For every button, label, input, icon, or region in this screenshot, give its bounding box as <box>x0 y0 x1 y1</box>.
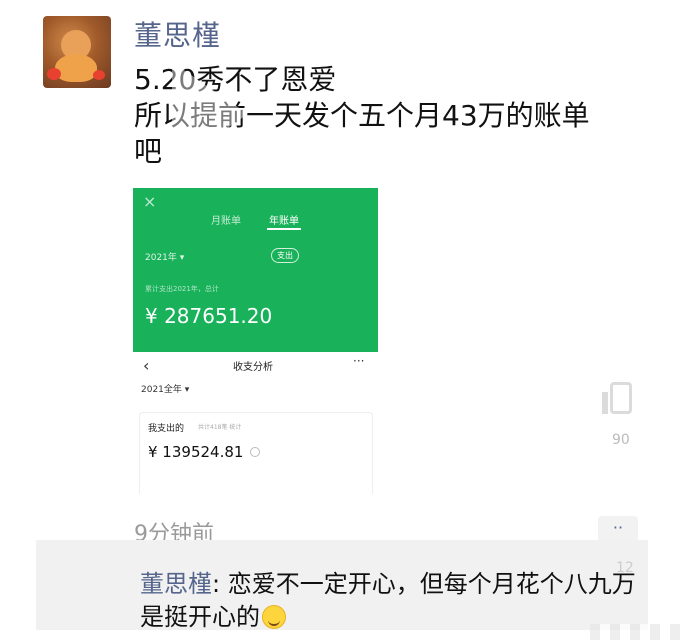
year-filter: 2021全年 ▾ <box>141 385 190 395</box>
like-icon[interactable] <box>598 372 638 422</box>
tab-underline <box>267 228 301 230</box>
back-chevron-icon: ‹ <box>143 356 150 375</box>
like-icon-bar <box>602 392 608 414</box>
avatar-flower <box>47 68 61 80</box>
year-selector: 2021年 ▾ <box>145 253 185 263</box>
like-count: 90 <box>612 432 630 448</box>
expense-sublabel: 共计418笔 统计 <box>198 424 242 431</box>
total-amount: ¥ 287651.20 <box>145 304 273 328</box>
comment-author[interactable]: 董思槿 <box>140 570 212 598</box>
comment-section: 董思槿: 恋爱不一定开心，但每个月花个八九万是挺开心的 <box>36 540 648 631</box>
close-icon: × <box>143 192 157 211</box>
post-author-name[interactable]: 董思槿 <box>134 14 221 54</box>
avatar-dog-body <box>55 54 97 82</box>
info-icon <box>250 447 260 457</box>
comment[interactable]: 董思槿: 恋爱不一定开心，但每个月花个八九万是挺开心的 <box>140 568 640 634</box>
play-icon[interactable] <box>172 62 248 166</box>
tab-yearly-bill: 年账单 <box>269 216 299 227</box>
total-caption: 累计支出2021年，总计 <box>145 285 219 293</box>
avatar-flower <box>93 70 105 80</box>
smile-emoji-icon <box>262 605 286 629</box>
comment-count: 12 <box>616 560 634 576</box>
analysis-page-title: 收支分析 <box>233 362 273 373</box>
expense-label: 我支出的 <box>148 424 185 434</box>
video-thumbnail[interactable]: × 月账单 年账单 2021年 ▾ 支出 累计支出2021年，总计 ¥ 2876… <box>133 188 378 494</box>
comment-separator: : <box>212 570 228 598</box>
tab-monthly-bill: 月账单 <box>211 216 241 227</box>
watermark <box>590 624 686 640</box>
expense-pill: 支出 <box>271 248 299 263</box>
expense-amount: ¥ 139524.81 <box>148 443 244 461</box>
like-icon-thumb <box>610 382 632 414</box>
avatar[interactable] <box>43 16 111 88</box>
more-dots-icon: ··· <box>353 354 365 368</box>
expense-card: 我支出的 共计418笔 统计 ¥ 139524.81 <box>139 412 373 494</box>
bill-summary-panel: × 月账单 年账单 2021年 ▾ 支出 累计支出2021年，总计 ¥ 2876… <box>133 188 378 352</box>
